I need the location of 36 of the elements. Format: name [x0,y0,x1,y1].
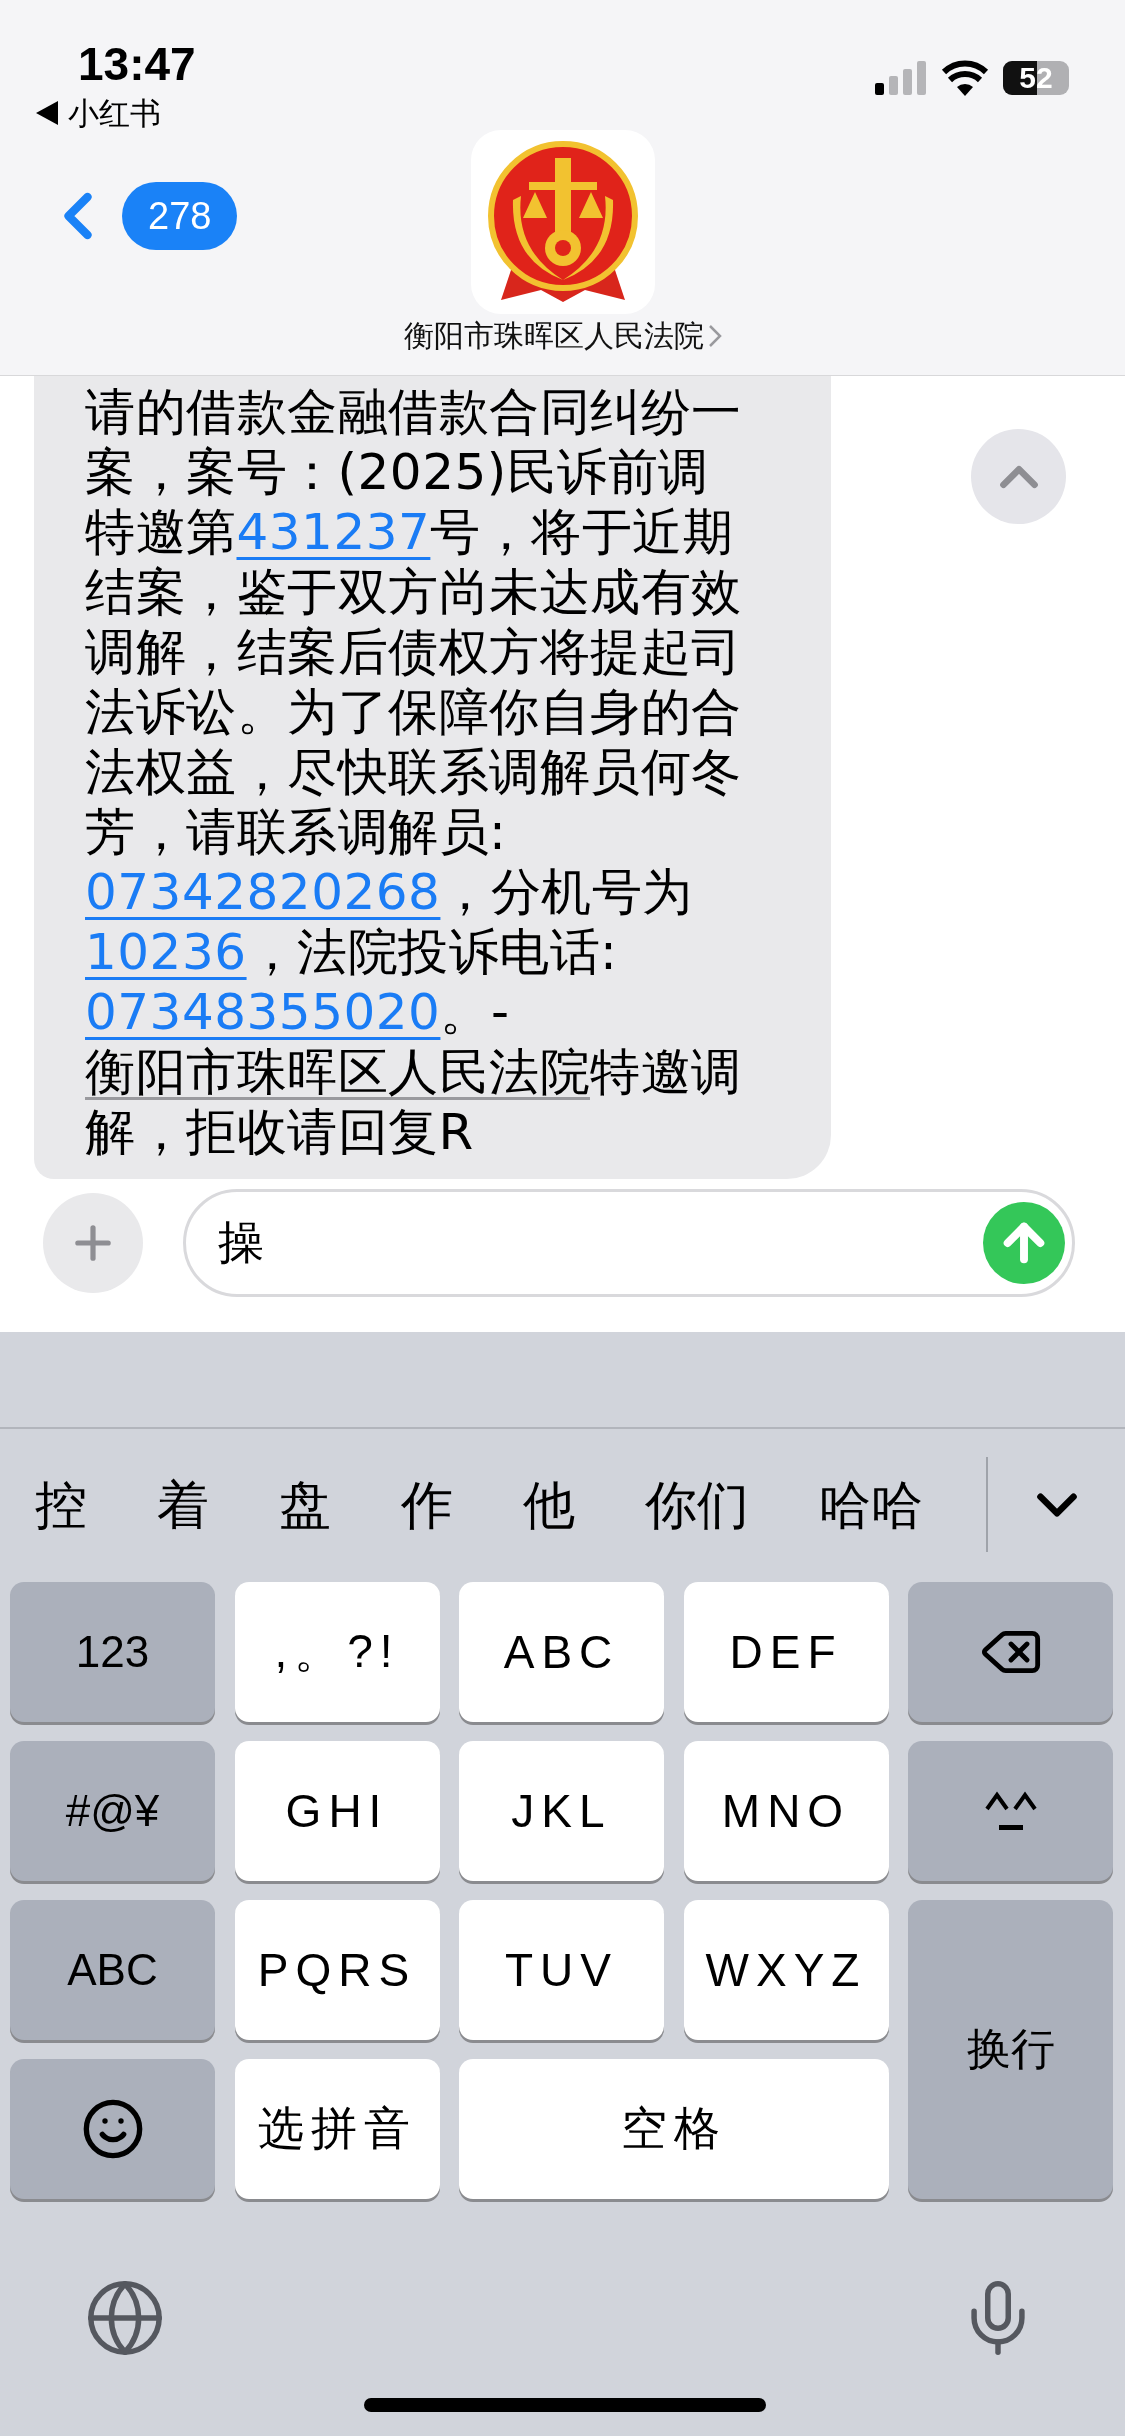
keyboard-key[interactable]: #@¥ [10,1741,215,1881]
keyboard-key[interactable]: MNO [683,1741,889,1881]
message-input-field[interactable]: 操 [183,1189,1075,1297]
return-key[interactable]: 换行 [908,1900,1113,2199]
keyboard-key[interactable]: WXYZ [683,1900,889,2040]
candidate-word[interactable]: 着 [122,1469,244,1540]
candidate-word[interactable]: 作 [366,1469,488,1540]
delete-key[interactable] [908,1582,1113,1722]
keyboard-key[interactable]: PQRS [234,1900,440,2040]
court-emblem-icon [470,130,655,314]
address-link[interactable]: 衡阳市珠晖区人民法院 [85,1043,590,1101]
chevron-right-icon [707,324,722,348]
message-text: 请的借款金融借款合同纠纷一案，案号：(2025)民诉前调特邀第431237号，将于近期结案，鉴于双方尚未达成有效调解，结案后债权方将提起司法诉讼。为了保障你自身的合法权益，尽快联系调解员何冬芳，请联系调解员: 07342820268，分机号为 10236，法院投诉电话: 07348355020。- 衡阳市珠晖区人民法院特邀调解，拒收请回复R [85,382,743,1162]
candidate-word[interactable]: 盘 [244,1469,366,1540]
keyboard-key[interactable]: ,。?! [234,1582,440,1722]
keyboard-key[interactable]: JKL [459,1741,664,1881]
unread-count-badge: 278 [122,182,238,250]
wifi-icon [941,60,989,96]
back-triangle-icon [36,101,58,125]
keyboard-key[interactable]: 选拼音 [234,2059,440,2199]
space-key[interactable]: 空格 [459,2059,889,2199]
candidate-word[interactable]: 你们 [610,1469,784,1540]
keyboard-key[interactable]: ABC [10,1900,215,2040]
keyboard-key[interactable]: 123 [10,1582,215,1722]
candidate-word[interactable]: 哈哈 [784,1469,958,1540]
keyboard-key[interactable]: ABC [459,1582,664,1722]
signal-icon [875,61,927,95]
candidate-word[interactable]: 他 [488,1469,610,1540]
keyboard-key[interactable]: DEF [683,1582,889,1722]
keyboard-key[interactable]: GHI [234,1741,440,1881]
emoji-key[interactable] [10,2059,215,2199]
keyboard-key[interactable]: TUV [459,1900,664,2040]
contact-name[interactable]: 衡阳市珠晖区人民法院 [403,316,704,356]
status-time: 13:47 [78,38,196,90]
candidate-word[interactable]: 控 [0,1469,122,1540]
back-to-app-link[interactable]: 小红书 [68,94,161,132]
